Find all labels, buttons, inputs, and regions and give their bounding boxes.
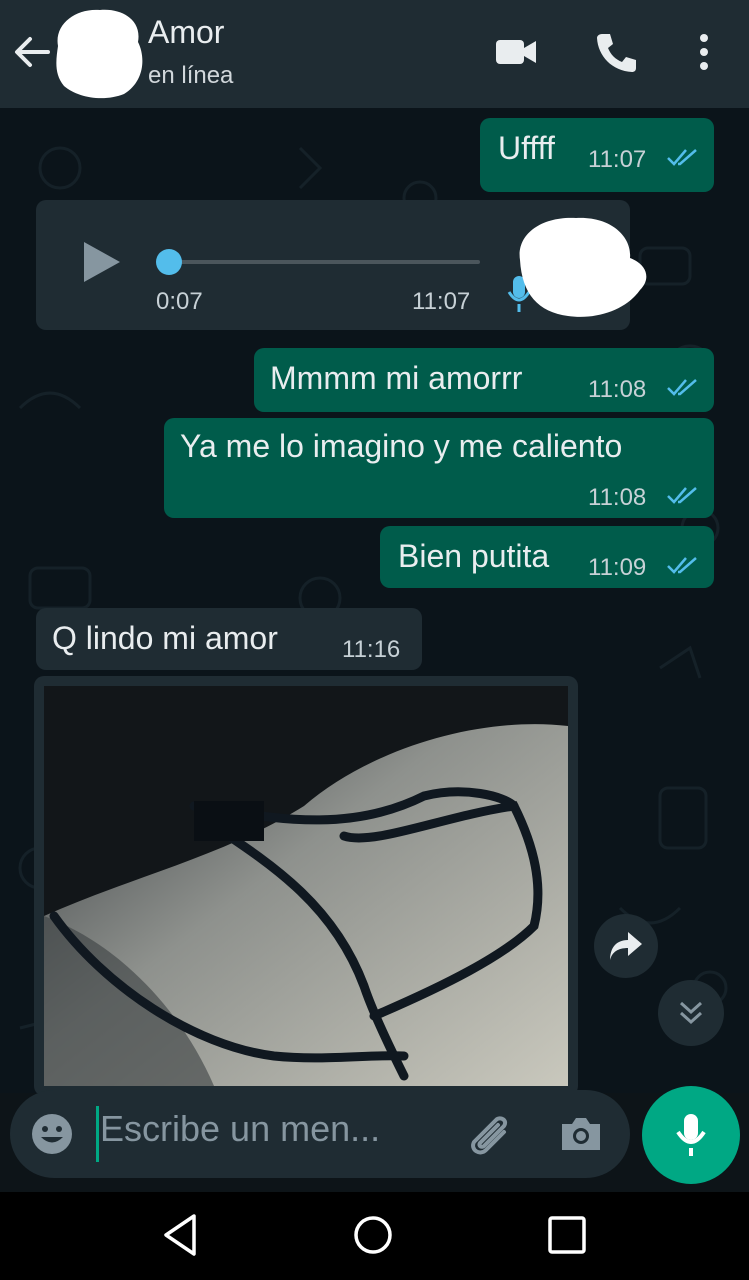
message-text: Ya me lo imagino y me caliento (180, 428, 623, 464)
microphone-icon (676, 1114, 706, 1156)
forward-icon (610, 932, 642, 960)
voice-record-button[interactable] (642, 1086, 740, 1184)
video-call-icon[interactable] (492, 28, 540, 76)
text-cursor (96, 1106, 99, 1162)
avatar[interactable] (52, 6, 148, 100)
play-icon[interactable] (80, 238, 124, 286)
censor-scribble (519, 217, 647, 317)
double-chevron-down-icon (679, 1001, 703, 1025)
message-input[interactable]: Escribe un men... (100, 1108, 380, 1150)
message-list[interactable]: Uffff 11:07 0:07 11:07 Mmmm mi amorrr 11… (0, 108, 749, 1093)
message-time: 11:09 (588, 554, 647, 581)
phone-icon[interactable] (592, 28, 640, 76)
message-time: 11:16 (342, 636, 401, 663)
arrow-left-icon[interactable] (10, 30, 54, 74)
camera-icon[interactable] (558, 1112, 604, 1154)
voice-progress-knob[interactable] (156, 249, 182, 275)
message-text: Mmmm mi amorrr (270, 360, 523, 396)
paperclip-icon[interactable] (466, 1110, 514, 1158)
circle-home-icon[interactable] (348, 1210, 398, 1260)
forward-button[interactable] (594, 914, 658, 978)
system-navigation-bar (0, 1192, 749, 1280)
message-time: 11:07 (588, 146, 647, 173)
whatsapp-chat-screen: Amor en línea Uffff 11:07 0:07 11:07 Mmm… (0, 0, 749, 1280)
image-message-photo[interactable] (44, 686, 568, 1086)
voice-progress-track[interactable] (166, 260, 480, 264)
read-receipt-icon (667, 379, 697, 396)
message-text: Bien putita (398, 538, 550, 574)
read-receipt-icon (667, 557, 697, 574)
scroll-to-bottom-button[interactable] (658, 980, 724, 1046)
read-receipt-icon (667, 487, 697, 504)
message-text: Uffff (498, 130, 555, 166)
triangle-back-icon[interactable] (156, 1210, 206, 1260)
message-text: Q lindo mi amor (52, 620, 278, 656)
square-recents-icon[interactable] (542, 1210, 592, 1260)
emoji-icon[interactable] (30, 1112, 74, 1156)
message-time: 11:08 (588, 376, 647, 403)
contact-name[interactable]: Amor (148, 14, 224, 51)
message-time: 11:07 (412, 288, 471, 315)
contact-status: en línea (148, 62, 234, 89)
message-time: 11:08 (588, 484, 647, 511)
chat-header: Amor en línea (0, 0, 749, 108)
voice-duration: 0:07 (156, 288, 203, 315)
more-vert-icon[interactable] (680, 28, 728, 76)
read-receipt-icon (667, 149, 697, 166)
